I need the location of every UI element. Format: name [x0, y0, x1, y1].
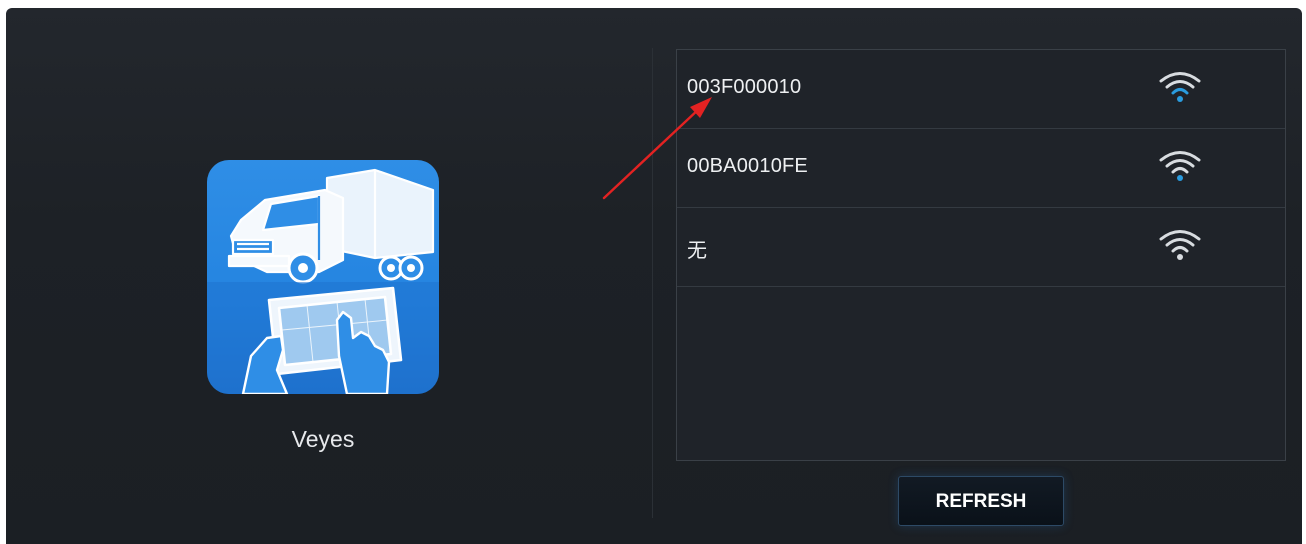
- wifi-signal-icon: [1157, 68, 1203, 104]
- device-selection-screen: Veyes 003F000010 00BA0010FE 无 REFRESH: [6, 8, 1302, 544]
- refresh-button[interactable]: REFRESH: [898, 476, 1064, 526]
- wifi-signal-icon: [1157, 226, 1203, 262]
- device-serial-label: 00BA0010FE: [687, 155, 808, 177]
- device-list-item[interactable]: 00BA0010FE: [677, 129, 1285, 208]
- device-serial-label: 003F000010: [687, 76, 802, 98]
- device-list-item[interactable]: 无: [677, 208, 1285, 287]
- device-list: 003F000010 00BA0010FE 无: [676, 49, 1286, 461]
- panel-divider: [652, 48, 653, 518]
- truck-tablet-app-icon[interactable]: [207, 160, 439, 394]
- wifi-signal-icon: [1157, 147, 1203, 183]
- device-serial-label: 无: [687, 240, 708, 262]
- device-list-item[interactable]: 003F000010: [677, 50, 1285, 129]
- app-name-label: Veyes: [291, 426, 355, 452]
